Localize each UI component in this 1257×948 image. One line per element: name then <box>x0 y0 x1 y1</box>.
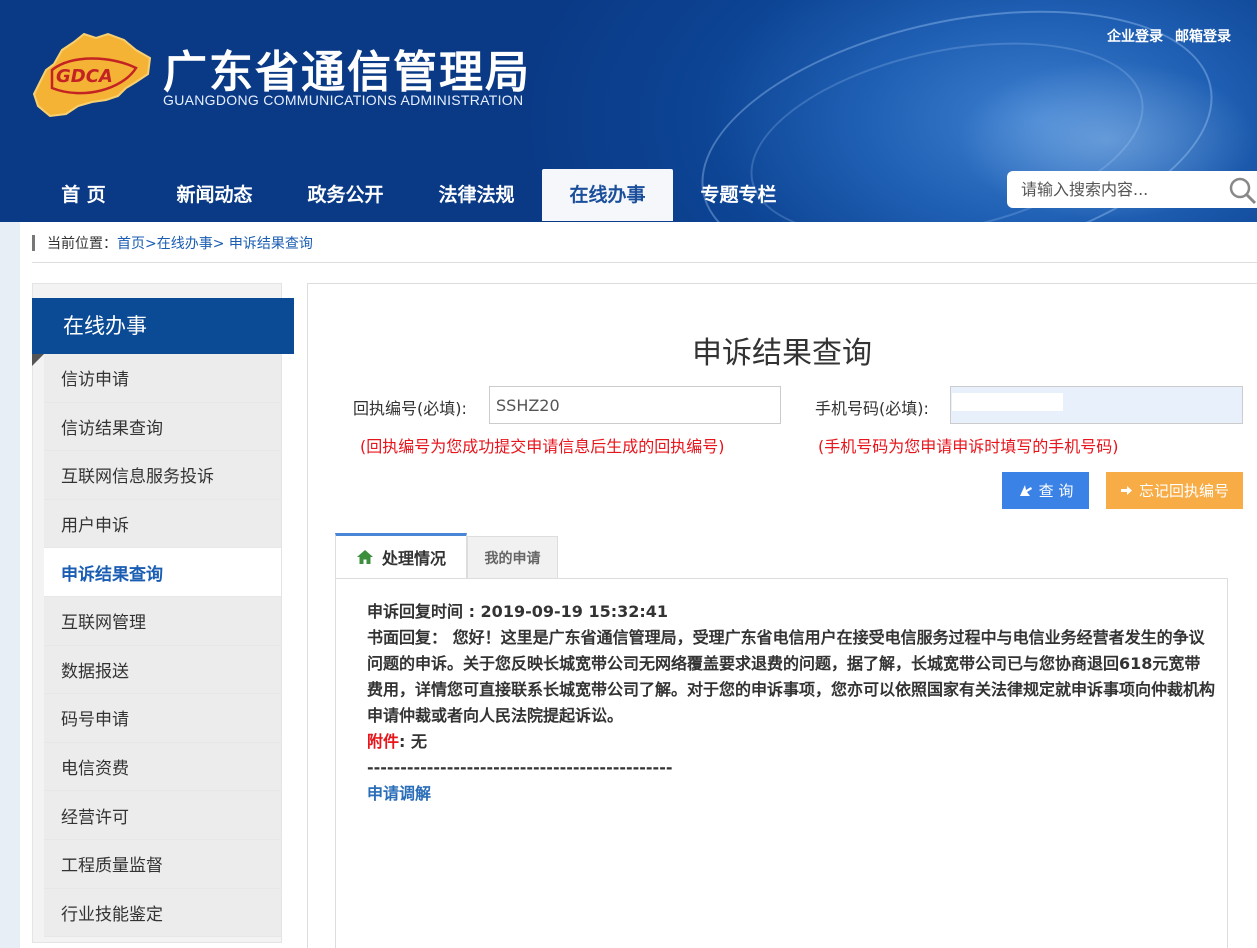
phone-value-mask <box>952 393 1063 411</box>
tab-processing-status-label: 处理情况 <box>381 549 446 568</box>
enterprise-login-link[interactable]: 企业登录 <box>1107 26 1163 46</box>
attachment-row: 附件: 无 <box>367 729 1215 755</box>
sidebar-item-user-appeal[interactable]: 用户申诉 <box>44 499 281 549</box>
receipt-number-hint: (回执编号为您成功提交申请信息后生成的回执编号) <box>360 437 725 456</box>
search-icon[interactable] <box>1227 175 1257 205</box>
nav-home[interactable]: 首 页 <box>18 169 149 221</box>
sidebar-item-petition[interactable]: 信访申请 <box>44 354 281 403</box>
phone-number-label: 手机号码(必填): <box>815 399 929 418</box>
query-button[interactable]: 查 询 <box>1002 472 1089 509</box>
receipt-number-label: 回执编号(必填): <box>353 399 467 418</box>
site-header: GDCA 广东省通信管理局 GUANGDONG COMMUNICATIONS A… <box>0 0 1257 222</box>
gdca-logo-icon[interactable]: GDCA <box>32 30 154 118</box>
site-subtitle: GUANGDONG COMMUNICATIONS ADMINISTRATION <box>163 92 524 108</box>
apply-mediation-link[interactable]: 申请调解 <box>367 781 1215 807</box>
breadcrumb: 当前位置： 首页>在线办事> 申诉结果查询 <box>32 232 313 254</box>
arrow-right-icon <box>1120 486 1132 495</box>
sidebar-item-skill-appraisal[interactable]: 行业技能鉴定 <box>44 888 281 938</box>
site-title: 广东省通信管理局 <box>163 47 531 98</box>
sidebar-item-telecom-tariff[interactable]: 电信资费 <box>44 742 281 792</box>
nav-laws[interactable]: 法律法规 <box>411 169 542 221</box>
breadcrumb-divider <box>32 262 1257 263</box>
phone-number-hint: (手机号码为您申请申诉时填写的手机号码) <box>818 437 1119 456</box>
query-button-label: 查 询 <box>1038 482 1074 500</box>
tab-my-application[interactable]: 我的申请 <box>467 536 558 578</box>
nav-government-affairs[interactable]: 政务公开 <box>280 169 411 221</box>
sidebar-menu: 信访申请 信访结果查询 互联网信息服务投诉 用户申诉 申诉结果查询 互联网管理 … <box>44 354 281 938</box>
sidebar-title: 在线办事 <box>32 298 294 354</box>
nav-special-topics[interactable]: 专题专栏 <box>673 169 804 221</box>
mailbox-login-link[interactable]: 邮箱登录 <box>1175 26 1231 46</box>
nav-online-services[interactable]: 在线办事 <box>542 169 673 221</box>
forget-receipt-button[interactable]: 忘记回执编号 <box>1106 472 1243 509</box>
top-links: 企业登录 邮箱登录 <box>1107 26 1231 46</box>
sidebar-item-quality-supervision[interactable]: 工程质量监督 <box>44 839 281 889</box>
search-box <box>1007 171 1257 208</box>
result-divider: ----------------------------------------… <box>367 758 673 777</box>
nav-news[interactable]: 新闻动态 <box>149 169 280 221</box>
written-reply-label: 书面回复： <box>367 628 453 647</box>
appeal-result: 申诉回复时间 : 2019-09-19 15:32:41 书面回复： 您好！这里… <box>367 599 1215 807</box>
sidebar-item-data-report[interactable]: 数据报送 <box>44 645 281 695</box>
breadcrumb-path-link[interactable]: 首页>在线办事> 申诉结果查询 <box>117 233 313 253</box>
home-icon <box>356 550 373 564</box>
result-tabs: 处理情况 我的申请 <box>335 533 558 578</box>
page-left-margin <box>0 222 20 948</box>
sidebar-item-petition-result[interactable]: 信访结果查询 <box>44 402 281 452</box>
page-title: 申诉结果查询 <box>692 336 872 371</box>
sidebar-item-appeal-result-query[interactable]: 申诉结果查询 <box>44 548 281 597</box>
breadcrumb-marker <box>32 235 35 251</box>
search-input[interactable] <box>1007 172 1217 207</box>
svg-text:GDCA: GDCA <box>56 66 113 87</box>
tab-processing-status[interactable]: 处理情况 <box>335 533 467 578</box>
attachment-value: : 无 <box>399 732 427 751</box>
breadcrumb-label: 当前位置： <box>47 236 117 252</box>
reply-time-value: 2019-09-19 15:32:41 <box>480 602 669 621</box>
sidebar-item-number-application[interactable]: 码号申请 <box>44 694 281 743</box>
forget-receipt-button-label: 忘记回执编号 <box>1138 482 1229 500</box>
sidebar-item-internet-management[interactable]: 互联网管理 <box>44 596 281 646</box>
written-reply-text: 您好！这里是广东省通信管理局，受理广东省电信用户在接受电信服务过程中与电信业务经… <box>367 628 1216 725</box>
main-nav: 首 页 新闻动态 政务公开 法律法规 在线办事 专题专栏 <box>18 169 804 221</box>
reply-time-row: 申诉回复时间 : 2019-09-19 15:32:41 <box>367 599 1215 625</box>
sidebar-notch <box>32 354 44 366</box>
sidebar-item-internet-complaint[interactable]: 互联网信息服务投诉 <box>44 451 281 500</box>
sidebar-item-business-license[interactable]: 经营许可 <box>44 791 281 840</box>
cursor-icon <box>1019 485 1032 496</box>
attachment-label: 附件 <box>367 732 400 751</box>
written-reply-row: 书面回复： 您好！这里是广东省通信管理局，受理广东省电信用户在接受电信服务过程中… <box>367 625 1215 729</box>
reply-time-label: 申诉回复时间 : <box>367 602 481 621</box>
receipt-number-input[interactable] <box>489 386 781 424</box>
